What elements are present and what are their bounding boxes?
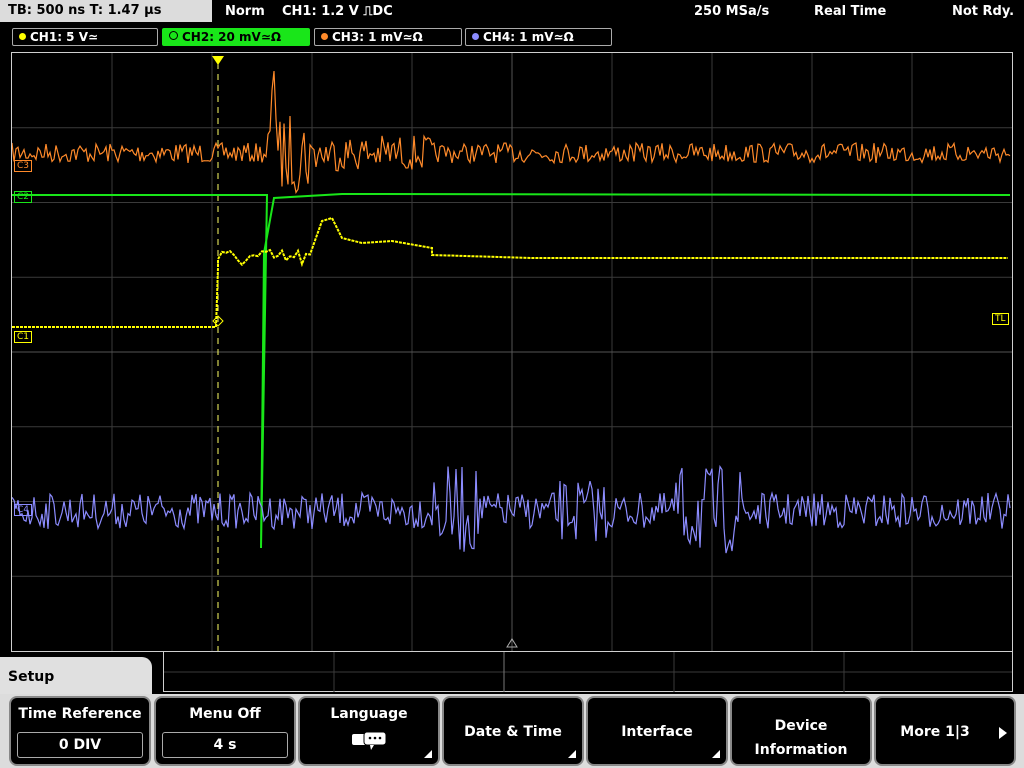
channel-chip-ch4[interactable]: CH4: 1 mV≃Ω: [465, 28, 612, 46]
time-reference-value: 0 DIV: [17, 732, 143, 758]
speech-bubble-icon: [352, 731, 387, 750]
ch4-trace: [12, 464, 1011, 554]
trigger-position-icon[interactable]: [212, 56, 224, 65]
trigger-state: Not Rdy.: [952, 4, 1015, 19]
waveform-graticule: [12, 53, 1012, 651]
ch2-offset-marker[interactable]: C2: [14, 191, 33, 203]
more-softkey[interactable]: More 1|3: [874, 696, 1016, 766]
language-label: Language: [330, 706, 408, 722]
ch3-offset-marker[interactable]: C3: [14, 160, 33, 172]
time-reference-softkey[interactable]: Time Reference 0 DIV: [9, 696, 151, 766]
interface-softkey[interactable]: Interface: [586, 696, 728, 766]
date-time-softkey[interactable]: Date & Time: [442, 696, 584, 766]
ch4-color-icon: [472, 33, 479, 40]
measurement-grid: [164, 652, 1012, 692]
more-label: More 1|3: [900, 724, 970, 740]
waveform-display[interactable]: C3 C2 C1 C4 TL: [11, 52, 1013, 652]
submenu-indicator-icon: [424, 750, 432, 758]
device-information-softkey[interactable]: Device Information: [730, 696, 872, 766]
submenu-indicator-icon: [712, 750, 720, 758]
language-softkey[interactable]: Language: [298, 696, 440, 766]
ch1-offset-marker[interactable]: C1: [14, 331, 33, 343]
ch3-label: CH3: 1 mV≃Ω: [332, 30, 423, 44]
ch1-trace: [12, 216, 1008, 328]
acquisition-mode: Real Time: [814, 4, 887, 19]
menu-off-label: Menu Off: [189, 706, 261, 722]
timebase-readout[interactable]: TB: 500 ns T: 1.47 µs: [0, 0, 212, 22]
menu-title-tab: Setup: [0, 657, 152, 697]
trigger-readout[interactable]: CH1: 1.2 V ⎍DC: [282, 0, 393, 24]
ch3-trace: [12, 70, 1011, 194]
time-reference-label: Time Reference: [18, 706, 142, 722]
ch1-label: CH1: 5 V≃: [30, 30, 99, 44]
channel-chip-ch1[interactable]: CH1: 5 V≃: [12, 28, 158, 46]
channel-chip-ch2[interactable]: CH2: 20 mV≃Ω: [162, 28, 310, 46]
status-bar: TB: 500 ns T: 1.47 µs Norm CH1: 1.2 V ⎍D…: [0, 0, 1024, 24]
device-information-label: Device Information: [754, 718, 848, 758]
submenu-indicator-icon: [568, 750, 576, 758]
measurement-panel: [163, 652, 1013, 692]
date-time-label: Date & Time: [464, 724, 562, 740]
trigger-level-marker[interactable]: TL: [992, 313, 1009, 325]
ch2-trace: [12, 192, 1011, 549]
trigger-mode[interactable]: Norm: [225, 0, 265, 24]
ch4-label: CH4: 1 mV≃Ω: [483, 30, 574, 44]
menu-off-softkey[interactable]: Menu Off 4 s: [154, 696, 296, 766]
ch2-label: CH2: 20 mV≃Ω: [182, 30, 282, 44]
interface-label: Interface: [621, 724, 693, 740]
channel-chip-ch3[interactable]: CH3: 1 mV≃Ω: [314, 28, 462, 46]
sample-rate: 250 MSa/s: [694, 4, 770, 19]
ch1-color-icon: [19, 33, 26, 40]
ch4-offset-marker[interactable]: C4: [14, 504, 33, 516]
arrow-right-icon: [999, 727, 1007, 739]
ch2-color-icon: [169, 31, 178, 40]
softkey-bar: Time Reference 0 DIV Menu Off 4 s Langua…: [0, 694, 1024, 768]
menu-off-value: 4 s: [162, 732, 288, 758]
ch3-color-icon: [321, 33, 328, 40]
channel-bar: CH1: 5 V≃ CH2: 20 mV≃Ω CH3: 1 mV≃Ω CH4: …: [0, 26, 1024, 48]
